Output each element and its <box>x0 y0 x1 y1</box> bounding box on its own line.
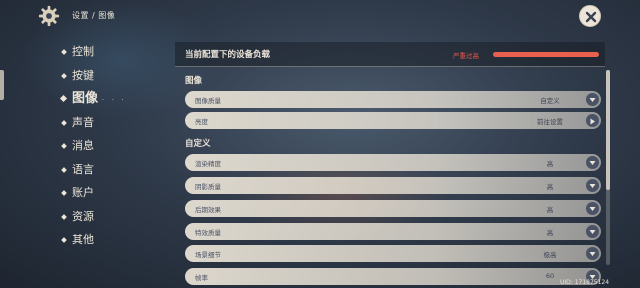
close-icon <box>585 11 597 23</box>
bullet-icon <box>59 94 68 103</box>
sidebar-item-account[interactable]: 账户 <box>60 181 180 205</box>
chevron-down-icon <box>589 183 596 188</box>
setting-label: 帧率 <box>195 274 208 282</box>
dropdown-button[interactable] <box>586 225 599 238</box>
setting-label: 阴影质量 <box>195 183 221 191</box>
bullet-icon <box>61 72 67 79</box>
chevron-down-icon <box>589 206 596 211</box>
sidebar-item-audio[interactable]: 声音 <box>60 111 180 135</box>
breadcrumb: 设置 / 图像 <box>72 10 115 21</box>
setting-label: 渲染精度 <box>195 160 221 168</box>
sidebar-item-label: 资源 <box>72 209 94 223</box>
setting-label: 场景细节 <box>195 251 221 259</box>
uid-label: UID: 171875124 <box>560 279 610 286</box>
sidebar-item-label: 声音 <box>72 115 94 129</box>
sidebar-item-label: 消息 <box>72 139 94 152</box>
device-load-title: 当前配置下的设备负载 <box>185 50 271 60</box>
sidebar-item-controls[interactable]: 控制 <box>60 40 180 64</box>
chevron-right-icon <box>590 118 595 124</box>
go-to-settings-button[interactable] <box>586 114 599 127</box>
setting-label: 亮度 <box>195 118 208 126</box>
sidebar-item-label: 账户 <box>72 186 94 199</box>
sidebar: 控制 按键 图像 声音 消息 语言 账户 资源 其他 <box>59 40 180 252</box>
sidebar-item-label: 图像 <box>72 91 99 106</box>
gear-icon <box>38 5 60 27</box>
bullet-icon <box>61 143 67 149</box>
setting-value: 高 <box>546 229 554 237</box>
section-title-custom: 自定义 <box>185 139 211 149</box>
sidebar-item-messages[interactable]: 消息 <box>60 134 180 158</box>
dropdown-button[interactable] <box>586 156 599 169</box>
device-load-row: 当前配置下的设备负载 严重过高 <box>175 42 605 67</box>
bullet-icon <box>61 237 67 243</box>
sidebar-item-resources[interactable]: 资源 <box>60 205 180 229</box>
sidebar-item-keybinds[interactable]: 按键 <box>60 64 180 88</box>
bullet-icon <box>61 213 67 220</box>
chevron-down-icon <box>589 160 596 165</box>
breadcrumb-section: 设置 <box>72 11 89 20</box>
setting-render-resolution[interactable]: 渲染精度 高 <box>185 154 601 171</box>
close-button[interactable] <box>579 5 601 27</box>
settings-panel: 当前配置下的设备负载 严重过高 图像 图像质量 自定义 亮度 前往设置 自定义 … <box>175 36 615 288</box>
sidebar-item-label: 其他 <box>72 233 94 246</box>
setting-label: 后期效果 <box>195 206 221 214</box>
setting-label: 特效质量 <box>195 229 221 237</box>
setting-label: 图像质量 <box>195 97 221 105</box>
scrollbar-thumb[interactable] <box>606 70 610 190</box>
section-title-graphics: 图像 <box>185 76 203 86</box>
sidebar-item-other[interactable]: 其他 <box>60 228 180 252</box>
chevron-down-icon <box>589 251 596 256</box>
setting-value: 极高 <box>543 251 557 259</box>
setting-value: 高 <box>546 160 554 168</box>
chevron-down-icon <box>589 229 596 234</box>
device-load-bar <box>493 52 599 57</box>
edge-tab[interactable] <box>0 70 4 100</box>
setting-value: 高 <box>546 183 554 191</box>
sidebar-item-label: 控制 <box>72 45 94 58</box>
dropdown-button[interactable] <box>586 93 599 106</box>
bullet-icon <box>61 166 67 173</box>
setting-scene-detail[interactable]: 场景细节 极高 <box>185 245 601 262</box>
device-load-status: 严重过高 <box>453 52 479 60</box>
header: 设置 / 图像 <box>0 0 640 34</box>
breadcrumb-separator: / <box>92 11 96 20</box>
bullet-icon <box>61 119 67 126</box>
setting-image-quality[interactable]: 图像质量 自定义 <box>185 91 601 108</box>
bullet-icon <box>61 49 67 55</box>
chevron-down-icon <box>589 97 596 102</box>
dropdown-button[interactable] <box>586 202 599 215</box>
setting-frame-rate[interactable]: 帧率 60 <box>185 268 601 285</box>
dropdown-button[interactable] <box>586 179 599 192</box>
setting-value: 前往设置 <box>537 118 563 126</box>
sidebar-item-label: 按键 <box>72 68 94 82</box>
setting-brightness[interactable]: 亮度 前往设置 <box>185 112 601 129</box>
setting-value: 自定义 <box>540 97 560 105</box>
dropdown-button[interactable] <box>586 247 599 260</box>
sidebar-item-label: 语言 <box>72 162 94 176</box>
breadcrumb-page: 图像 <box>98 11 116 20</box>
setting-value: 高 <box>546 206 554 214</box>
active-indicator: · · · <box>102 97 127 104</box>
setting-effects-quality[interactable]: 特效质量 高 <box>185 223 601 240</box>
setting-shadow-quality[interactable]: 阴影质量 高 <box>185 177 601 194</box>
sidebar-item-language[interactable]: 语言 <box>60 158 180 182</box>
bullet-icon <box>61 190 67 196</box>
setting-post-processing[interactable]: 后期效果 高 <box>185 200 601 217</box>
